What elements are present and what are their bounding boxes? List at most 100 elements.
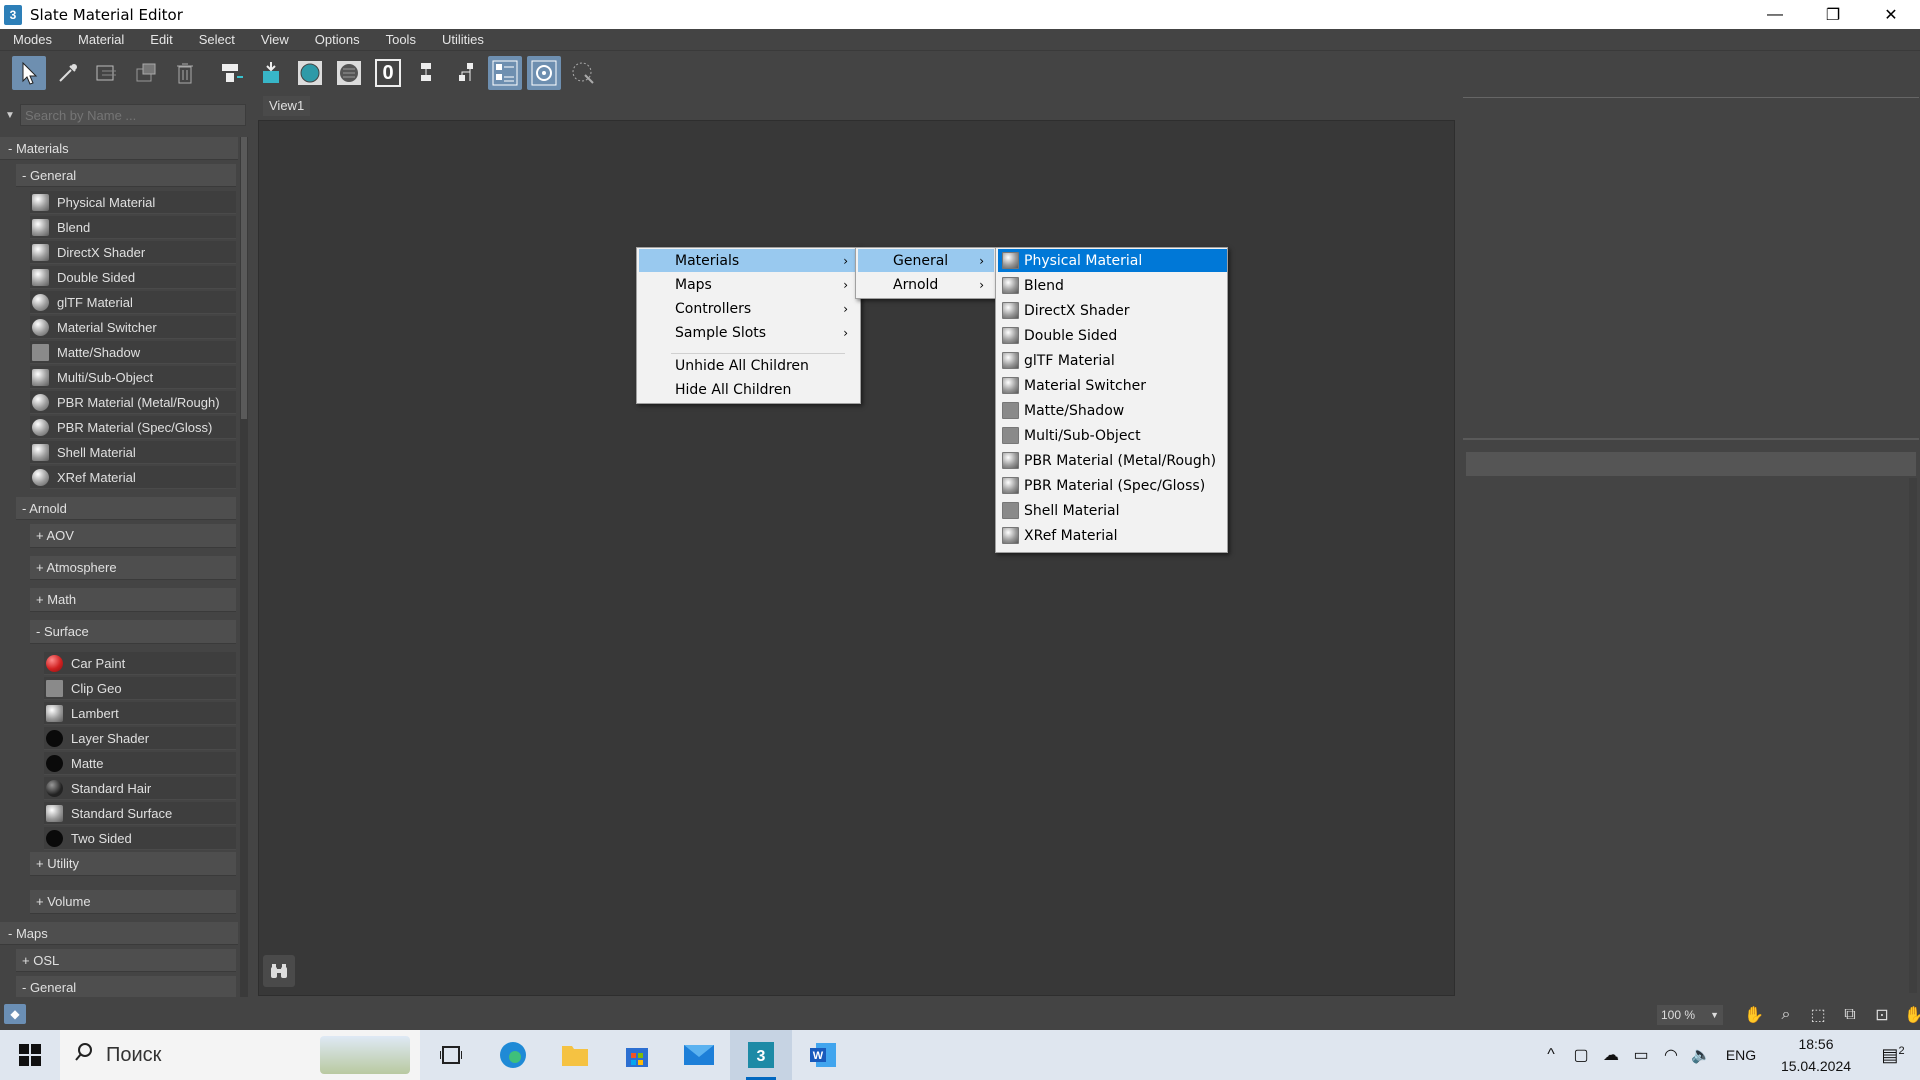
browser-options-icon[interactable]: ▼ bbox=[0, 110, 20, 121]
menu-view[interactable]: View bbox=[248, 29, 302, 51]
tree-item[interactable]: Standard Hair bbox=[44, 777, 236, 800]
tree-category[interactable]: + Volume bbox=[30, 890, 236, 914]
tree-item[interactable]: XRef Material bbox=[30, 466, 236, 489]
put-to-scene-icon[interactable] bbox=[129, 56, 163, 90]
material-map-navigator-icon[interactable] bbox=[488, 56, 522, 90]
file-explorer-icon[interactable] bbox=[544, 1030, 606, 1080]
tree-item[interactable]: Matte/Shadow bbox=[30, 341, 236, 364]
tree-category[interactable]: - General bbox=[16, 164, 236, 187]
tree-category[interactable]: + Utility bbox=[30, 852, 236, 876]
menu-utilities[interactable]: Utilities bbox=[429, 29, 497, 51]
meet-icon[interactable]: ▢ bbox=[1566, 1045, 1596, 1065]
tab-view1[interactable]: View1 bbox=[263, 96, 311, 116]
menu-edit[interactable]: Edit bbox=[137, 29, 185, 51]
menu-modes[interactable]: Modes bbox=[0, 29, 65, 51]
context-item-material[interactable]: XRef Material bbox=[998, 524, 1227, 547]
eyedropper-icon[interactable] bbox=[51, 56, 85, 90]
mail-icon[interactable] bbox=[668, 1030, 730, 1080]
delete-icon[interactable] bbox=[168, 56, 202, 90]
zoom-dropdown[interactable]: 100 % ▼ bbox=[1657, 1005, 1723, 1025]
tree-item[interactable]: DirectX Shader bbox=[30, 241, 236, 264]
tree-category[interactable]: + AOV bbox=[30, 524, 236, 548]
context-item-maps[interactable]: Maps › bbox=[639, 273, 858, 296]
tree-item[interactable]: Physical Material bbox=[30, 191, 236, 214]
zero-icon[interactable]: 0 bbox=[371, 56, 405, 90]
tree-item[interactable]: Material Switcher bbox=[30, 316, 236, 339]
wifi-icon[interactable]: ◠ bbox=[1656, 1045, 1686, 1065]
background-icon[interactable] bbox=[332, 56, 366, 90]
show-shaded-icon[interactable] bbox=[293, 56, 327, 90]
tree-item[interactable]: Double Sided bbox=[30, 266, 236, 289]
status-icon[interactable]: ◆ bbox=[4, 1004, 26, 1024]
select-pointer-icon[interactable] bbox=[12, 56, 46, 90]
context-item-materials[interactable]: Materials › bbox=[639, 249, 858, 272]
tree-item[interactable]: Car Paint bbox=[44, 652, 236, 675]
binoculars-icon[interactable] bbox=[263, 955, 295, 987]
tree-item[interactable]: Standard Surface bbox=[44, 802, 236, 825]
panel-divider[interactable] bbox=[1463, 438, 1919, 440]
context-item-material[interactable]: DirectX Shader bbox=[998, 299, 1227, 322]
menu-select[interactable]: Select bbox=[186, 29, 248, 51]
tree-item[interactable]: Multi/Sub-Object bbox=[30, 366, 236, 389]
tree-item[interactable]: PBR Material (Metal/Rough) bbox=[30, 391, 236, 414]
context-item-unhide-all-children[interactable]: Unhide All Children bbox=[639, 354, 858, 377]
context-item-material[interactable]: Shell Material bbox=[998, 499, 1227, 522]
context-item-material[interactable]: Physical Material bbox=[998, 249, 1227, 272]
assign-to-selection-icon[interactable] bbox=[254, 56, 288, 90]
browser-scrollbar-thumb[interactable] bbox=[241, 137, 247, 419]
start-button[interactable] bbox=[0, 1030, 60, 1080]
browser-scrollbar[interactable] bbox=[240, 137, 248, 997]
context-item-material[interactable]: Matte/Shadow bbox=[998, 399, 1227, 422]
context-item-hide-all-children[interactable]: Hide All Children bbox=[639, 378, 858, 401]
tree-item[interactable]: PBR Material (Spec/Gloss) bbox=[30, 416, 236, 439]
zoom-extents-icon[interactable]: ⧉ bbox=[1834, 1003, 1866, 1027]
context-item-sample-slots[interactable]: Sample Slots › bbox=[639, 321, 858, 344]
search-by-name-input[interactable] bbox=[20, 104, 246, 126]
tree-item[interactable]: Shell Material bbox=[30, 441, 236, 464]
context-item-material[interactable]: PBR Material (Metal/Rough) bbox=[998, 449, 1227, 472]
tree-category[interactable]: - Maps bbox=[0, 922, 238, 945]
volume-icon[interactable]: 🔈 bbox=[1686, 1045, 1716, 1065]
3dsmax-icon[interactable]: 3 bbox=[730, 1030, 792, 1080]
context-item-controllers[interactable]: Controllers › bbox=[639, 297, 858, 320]
chevron-up-icon[interactable]: ^ bbox=[1536, 1046, 1566, 1064]
restore-button[interactable]: ❐ bbox=[1804, 0, 1862, 29]
tree-category[interactable]: + Atmosphere bbox=[30, 556, 236, 580]
zoom-region-icon[interactable]: ⬚ bbox=[1802, 1003, 1834, 1027]
store-icon[interactable] bbox=[606, 1030, 668, 1080]
close-button[interactable]: ✕ bbox=[1862, 0, 1920, 29]
tree-item[interactable]: Two Sided bbox=[44, 827, 236, 850]
pan-icon[interactable]: ✋ bbox=[1738, 1003, 1770, 1027]
clock[interactable]: 18:56 15.04.2024 bbox=[1766, 1033, 1866, 1077]
word-icon[interactable]: W bbox=[792, 1030, 854, 1080]
pick-material-icon[interactable] bbox=[90, 56, 124, 90]
move-children-icon[interactable] bbox=[215, 56, 249, 90]
tree-category[interactable]: - Surface bbox=[30, 620, 236, 644]
edge-icon[interactable] bbox=[482, 1030, 544, 1080]
context-item-material[interactable]: Material Switcher bbox=[998, 374, 1227, 397]
zoom-extents-selected-icon[interactable]: ⊡ bbox=[1866, 1003, 1898, 1027]
menu-options[interactable]: Options bbox=[302, 29, 373, 51]
context-item-material[interactable]: glTF Material bbox=[998, 349, 1227, 372]
tree-item[interactable]: Lambert bbox=[44, 702, 236, 725]
notification-icon[interactable]: ▤2 bbox=[1866, 1045, 1920, 1066]
context-item-general[interactable]: General › bbox=[858, 249, 994, 272]
tree-item[interactable]: Layer Shader bbox=[44, 727, 236, 750]
tree-category[interactable]: + Math bbox=[30, 588, 236, 612]
context-item-material[interactable]: Multi/Sub-Object bbox=[998, 424, 1227, 447]
tree-item[interactable]: Clip Geo bbox=[44, 677, 236, 700]
tree-item[interactable]: Blend bbox=[30, 216, 236, 239]
layout-children-icon[interactable] bbox=[449, 56, 483, 90]
cloud-icon[interactable]: ☁ bbox=[1596, 1045, 1626, 1065]
tree-category[interactable]: - Arnold bbox=[16, 497, 236, 520]
menu-tools[interactable]: Tools bbox=[373, 29, 429, 51]
context-item-material[interactable]: Double Sided bbox=[998, 324, 1227, 347]
taskbar-search[interactable]: Поиск bbox=[60, 1030, 420, 1080]
parameter-scrollbar[interactable] bbox=[1909, 478, 1917, 993]
tree-category[interactable]: - Materials bbox=[0, 137, 238, 160]
parameter-editor-icon[interactable] bbox=[527, 56, 561, 90]
context-item-arnold[interactable]: Arnold › bbox=[858, 273, 994, 296]
select-by-material-icon[interactable] bbox=[566, 56, 600, 90]
context-item-material[interactable]: PBR Material (Spec/Gloss) bbox=[998, 474, 1227, 497]
tree-category[interactable]: + OSL bbox=[16, 949, 236, 972]
